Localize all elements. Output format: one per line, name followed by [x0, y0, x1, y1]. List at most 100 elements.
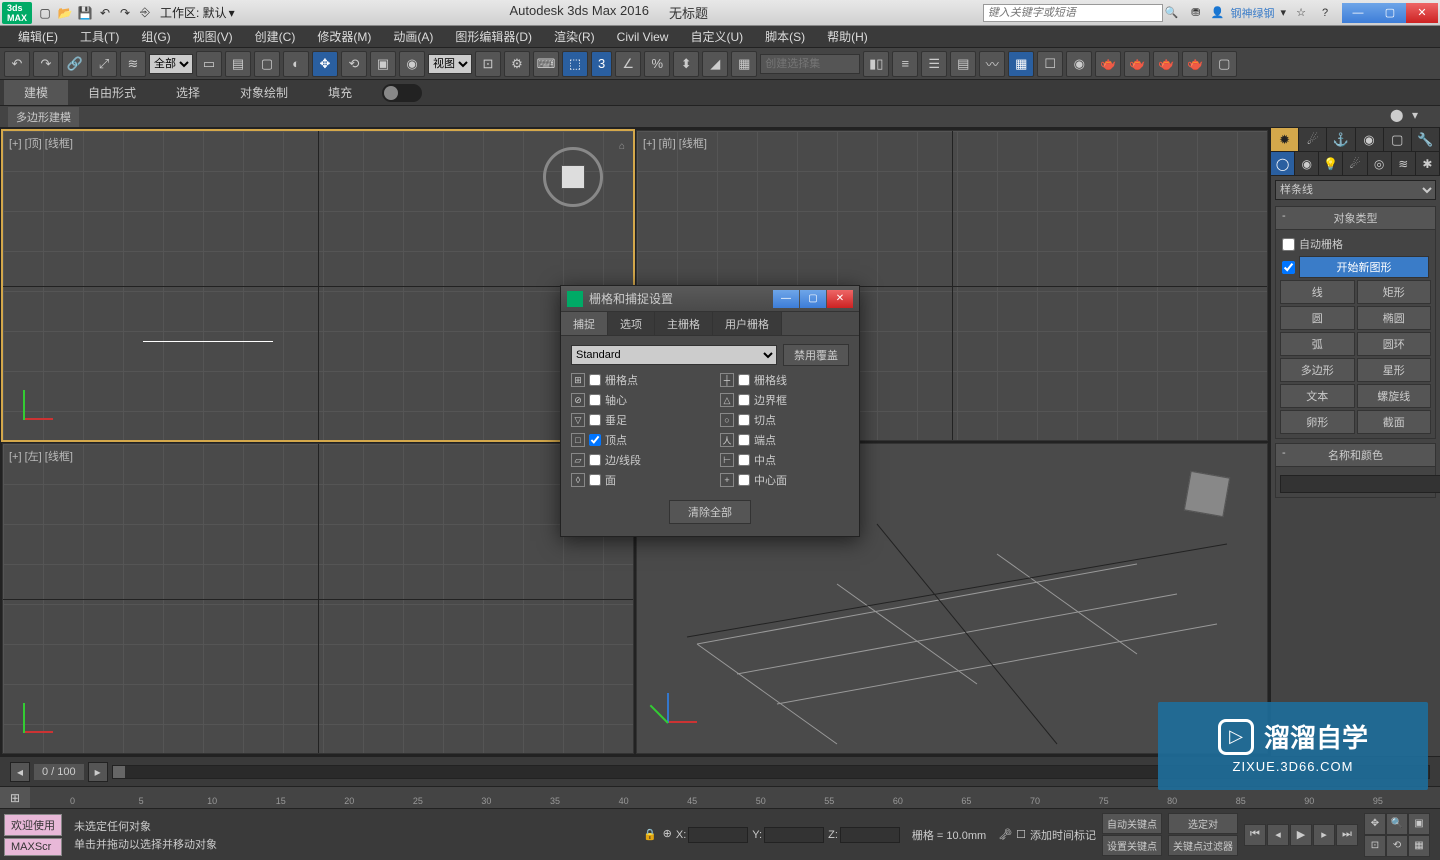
select-name-button[interactable]: ▤ [225, 51, 251, 77]
mirror-button[interactable]: ▮▯ [863, 51, 889, 77]
undo-icon[interactable]: ↶ [96, 4, 114, 22]
prev-key-button[interactable]: ◂ [1267, 824, 1289, 846]
setkey-button[interactable]: 设置关键点 [1102, 835, 1162, 856]
category-dropdown[interactable]: 样条线 [1275, 180, 1436, 200]
selected-dropdown[interactable]: 选定对 [1168, 813, 1238, 834]
create-卵形-button[interactable]: 卵形 [1280, 410, 1355, 434]
create-圆环-button[interactable]: 圆环 [1357, 332, 1432, 356]
zoom-button[interactable]: 🔍 [1386, 813, 1408, 835]
orbit-button[interactable]: ⟲ [1386, 835, 1408, 857]
snap-checkbox[interactable] [589, 474, 601, 486]
ribbon-tab[interactable]: 选择 [156, 80, 220, 105]
snap-checkbox[interactable] [738, 474, 750, 486]
object-name-input[interactable] [1280, 475, 1440, 493]
add-time-tag[interactable]: 添加时间标记 [1030, 827, 1096, 843]
ribbon-tab[interactable]: 对象绘制 [220, 80, 308, 105]
slider-thumb[interactable] [113, 766, 125, 778]
named-sel-button[interactable]: ▦ [731, 51, 757, 77]
dialog-maximize-button[interactable]: ▢ [800, 290, 826, 308]
layers-button[interactable]: ☰ [921, 51, 947, 77]
create-星形-button[interactable]: 星形 [1357, 358, 1432, 382]
open-icon[interactable]: 📂 [56, 4, 74, 22]
menu-item[interactable]: Civil View [607, 28, 679, 46]
snap-option[interactable]: ⊢中点 [720, 452, 849, 468]
create-弧-button[interactable]: 弧 [1280, 332, 1355, 356]
menu-item[interactable]: 脚本(S) [755, 26, 815, 47]
snap-checkbox[interactable] [738, 394, 750, 406]
viewport-left[interactable]: [+] [左] [线框] [2, 443, 634, 754]
layer-explorer-button[interactable]: ▤ [950, 51, 976, 77]
ribbon-tab[interactable]: 填充 [308, 80, 372, 105]
object-type-rollout[interactable]: 对象类型 [1275, 206, 1436, 230]
create-截面-button[interactable]: 截面 [1357, 410, 1432, 434]
viewport-label[interactable]: [+] [前] [线框] [643, 135, 707, 151]
rotate-button[interactable]: ⟲ [341, 51, 367, 77]
render-online-button[interactable]: ▢ [1211, 51, 1237, 77]
autokey-button[interactable]: 自动关键点 [1102, 813, 1162, 834]
move-button[interactable]: ✥ [312, 51, 338, 77]
render-setup-button[interactable]: 🫖 [1095, 51, 1121, 77]
material-editor-button[interactable]: ◉ [1066, 51, 1092, 77]
snap-option[interactable]: ▽垂足 [571, 412, 700, 428]
viewport-label[interactable]: [+] [左] [线框] [9, 448, 73, 464]
maximize-button[interactable]: ▢ [1374, 3, 1406, 23]
timetag-icon[interactable]: ☐ [1016, 828, 1026, 841]
redo-icon[interactable]: ↷ [116, 4, 134, 22]
snap-option[interactable]: ○切点 [720, 412, 849, 428]
keyboard-button[interactable]: ⌨ [533, 51, 559, 77]
pivot-button[interactable]: ⊡ [475, 51, 501, 77]
prev-frame-button[interactable]: ◂ [10, 762, 30, 782]
infocenter-icon[interactable]: 🔍 [1163, 4, 1181, 22]
menu-item[interactable]: 编辑(E) [8, 26, 68, 47]
name-color-rollout[interactable]: 名称和颜色 [1275, 443, 1436, 467]
goto-start-button[interactable]: ⏮ [1244, 824, 1266, 846]
lights-subtab[interactable]: 💡 [1319, 152, 1343, 175]
x-input[interactable] [688, 827, 748, 843]
helpers-subtab[interactable]: ◎ [1368, 152, 1392, 175]
spacewarps-subtab[interactable]: ≋ [1392, 152, 1416, 175]
align-button[interactable]: ≡ [892, 51, 918, 77]
autogrid-checkbox[interactable] [1282, 238, 1295, 251]
snap-checkbox[interactable] [738, 374, 750, 386]
minimize-button[interactable]: — [1342, 3, 1374, 23]
unlink-button[interactable]: ⤢ [91, 51, 117, 77]
close-button[interactable]: ✕ [1406, 3, 1438, 23]
toggle-button[interactable]: ☐ [1037, 51, 1063, 77]
create-圆-button[interactable]: 圆 [1280, 306, 1355, 330]
next-frame-button[interactable]: ▸ [88, 762, 108, 782]
systems-subtab[interactable]: ✱ [1416, 152, 1440, 175]
snap-checkbox[interactable] [589, 454, 601, 466]
ribbon-expand-toggle[interactable] [382, 84, 422, 102]
goto-end-button[interactable]: ⏭ [1336, 824, 1358, 846]
fov-button[interactable]: ▣ [1408, 813, 1430, 835]
snap-checkbox[interactable] [589, 414, 601, 426]
curve-editor-button[interactable]: 〰 [979, 51, 1005, 77]
redo-button[interactable]: ↷ [33, 51, 59, 77]
dialog-tab[interactable]: 捕捉 [561, 312, 608, 335]
key-icon[interactable]: 🗝 [998, 828, 1012, 841]
create-多边形-button[interactable]: 多边形 [1280, 358, 1355, 382]
hierarchy-tab[interactable]: ⚓ [1327, 128, 1355, 151]
named-selection-input[interactable] [760, 54, 860, 74]
dialog-close-button[interactable]: ✕ [827, 290, 853, 308]
snap-option[interactable]: □顶点 [571, 432, 700, 448]
create-椭圆-button[interactable]: 椭圆 [1357, 306, 1432, 330]
angle-snap-button[interactable]: ∠ [615, 51, 641, 77]
maxscript-button[interactable]: MAXScr [4, 838, 62, 856]
menu-item[interactable]: 创建(C) [245, 26, 306, 47]
ribbon-tab[interactable]: 建模 [4, 80, 68, 105]
viewport-top[interactable]: [+] [顶] [线框] ⌂ [2, 130, 634, 441]
pan-button[interactable]: ✥ [1364, 813, 1386, 835]
link-icon[interactable]: ⎆ [136, 4, 154, 22]
snap-type-dropdown[interactable]: Standard [571, 345, 777, 365]
startnew-button[interactable]: 开始新图形 [1299, 256, 1429, 278]
zoom-all-button[interactable]: ⊡ [1364, 835, 1386, 857]
ref-coord-system[interactable]: 视图 [428, 54, 472, 74]
create-线-button[interactable]: 线 [1280, 280, 1355, 304]
utilities-tab[interactable]: 🔧 [1412, 128, 1440, 151]
next-key-button[interactable]: ▸ [1313, 824, 1335, 846]
menu-item[interactable]: 渲染(R) [544, 26, 605, 47]
menu-item[interactable]: 组(G) [131, 26, 180, 47]
y-input[interactable] [764, 827, 824, 843]
polymodeling-panel[interactable]: 多边形建模 [8, 107, 79, 127]
